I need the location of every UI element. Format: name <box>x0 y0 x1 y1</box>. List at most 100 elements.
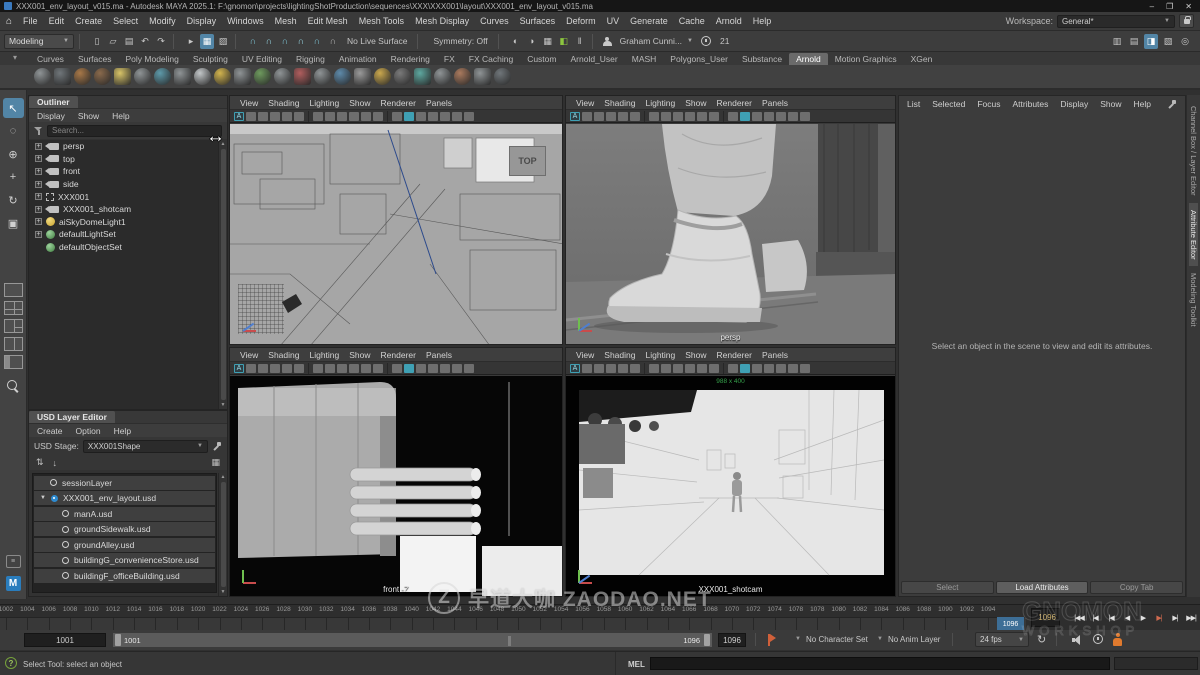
chevron-down-icon[interactable]: ▼ <box>795 636 801 642</box>
attribute-menu-help[interactable]: Help <box>1134 99 1151 109</box>
outliner-menu-display[interactable]: Display <box>37 111 65 121</box>
gate-mask-icon[interactable] <box>337 112 347 121</box>
textured-icon[interactable] <box>752 112 762 121</box>
viewport-menu-renderer[interactable]: Renderer <box>381 98 416 108</box>
viewport-menu-shading[interactable]: Shading <box>604 350 635 360</box>
viewport-menu-lighting[interactable]: Lighting <box>309 98 339 108</box>
maya-m-badge-icon[interactable]: M <box>6 576 21 591</box>
workspace-lock-button[interactable] <box>1179 14 1194 28</box>
viewport-menu-show[interactable]: Show <box>685 98 706 108</box>
scroll-up-icon[interactable]: ▲ <box>221 474 226 480</box>
menu-curves[interactable]: Curves <box>480 16 509 26</box>
time-slider-ruler[interactable] <box>0 617 1026 631</box>
bookmark-icon[interactable] <box>606 112 616 121</box>
shelf-tab-fx-caching[interactable]: FX Caching <box>462 53 520 65</box>
shelf-item-icon-8[interactable] <box>174 68 191 85</box>
image-plane-icon[interactable] <box>594 364 604 373</box>
shelf-item-icon-20[interactable] <box>414 68 431 85</box>
shelf-menu-icon-1[interactable]: ▾ <box>13 53 17 62</box>
side-tab-channel-box-layer-editor[interactable]: Channel Box / Layer Editor <box>1189 99 1198 203</box>
lock-camera-icon[interactable] <box>582 112 592 121</box>
shelf-item-icon-5[interactable] <box>114 68 131 85</box>
command-line-input[interactable] <box>650 657 1110 670</box>
menu-file[interactable]: File <box>23 16 38 26</box>
shelf-tab-poly-modeling[interactable]: Poly Modeling <box>118 53 185 65</box>
workspace-controls-icon[interactable]: ◎ <box>1178 34 1192 49</box>
load-attributes-button[interactable]: Load Attributes <box>996 581 1089 594</box>
step-forward-frame-button[interactable]: ▶| <box>1167 607 1183 628</box>
outliner-item-top[interactable]: +top <box>29 153 218 166</box>
outliner-item-front[interactable]: +front <box>29 165 218 178</box>
step-back-key-button[interactable]: |◀ <box>1103 607 1119 628</box>
layer-view-options-icon[interactable]: ▦ <box>211 457 220 468</box>
use-all-lights-icon[interactable] <box>428 364 438 373</box>
viewport-menu-show[interactable]: Show <box>349 350 370 360</box>
viewport-menu-view[interactable]: View <box>576 98 594 108</box>
go-to-start-button[interactable]: |◀◀ <box>1071 607 1087 628</box>
sidebar-toggle-icon[interactable]: ▥ <box>1110 34 1124 49</box>
viewport-menu-panels[interactable]: Panels <box>762 98 788 108</box>
menu-display[interactable]: Display <box>187 16 217 26</box>
chevron-down-icon[interactable]: ▼ <box>40 495 46 501</box>
usd-stage-dropdown[interactable]: XXX001Shape ▼ <box>83 440 208 453</box>
expand-icon[interactable]: + <box>35 155 42 162</box>
outliner-item-side[interactable]: +side <box>29 178 218 191</box>
user-account-widget[interactable]: Graham Cunni... ▼ <box>603 36 693 46</box>
layout-three-pane-button[interactable] <box>4 319 23 333</box>
viewport-top-content[interactable]: TOP <box>230 124 562 344</box>
shelf-item-icon-14[interactable] <box>294 68 311 85</box>
outliner-menu-show[interactable]: Show <box>78 111 99 121</box>
layer-target-icon[interactable] <box>51 495 58 502</box>
attribute-menu-attributes[interactable]: Attributes <box>1012 99 1048 109</box>
camera-attributes-icon[interactable]: A <box>234 112 244 121</box>
hypershade-icon[interactable]: ◧ <box>557 34 571 49</box>
lasso-select-tool[interactable]: ◌ <box>3 121 24 141</box>
usd-scrollbar[interactable]: ▲ ▼ <box>218 473 227 596</box>
viewport-menu-shading[interactable]: Shading <box>268 350 299 360</box>
shelf-item-icon-3[interactable] <box>74 68 91 85</box>
viewport-menu-show[interactable]: Show <box>685 350 706 360</box>
viewport-menu-shading[interactable]: Shading <box>268 98 299 108</box>
side-tab-attribute-editor[interactable]: Attribute Editor <box>1189 203 1198 267</box>
bookmark-icon[interactable] <box>270 364 280 373</box>
shelf-item-icon-4[interactable] <box>94 68 111 85</box>
bookmark-icon[interactable] <box>270 112 280 121</box>
film-gate-icon[interactable] <box>649 364 659 373</box>
save-scene-icon[interactable]: ▤ <box>122 34 136 49</box>
lock-camera-icon[interactable] <box>246 364 256 373</box>
viewport-menu-renderer[interactable]: Renderer <box>381 350 416 360</box>
minimize-button[interactable]: – <box>1150 2 1154 11</box>
film-gate-icon[interactable] <box>313 364 323 373</box>
shelf-item-icon-2[interactable] <box>54 68 71 85</box>
live-surface-field[interactable]: No Live Surface <box>342 36 412 46</box>
wireframe-icon[interactable] <box>728 112 738 121</box>
shelf-item-icon-7[interactable] <box>154 68 171 85</box>
viewport-menu-show[interactable]: Show <box>349 98 370 108</box>
camera-attributes-icon[interactable]: A <box>570 364 580 373</box>
render-view-icon[interactable]: ◐ <box>509 34 523 49</box>
range-end-handle[interactable] <box>704 634 710 646</box>
home-icon[interactable]: ⌂ <box>6 16 12 27</box>
grease-pencil-icon[interactable] <box>630 364 640 373</box>
shelf-tab-fx[interactable]: FX <box>437 53 462 65</box>
motion-blur-icon[interactable] <box>464 364 474 373</box>
viewport-shotcam[interactable]: ViewShadingLightingShowRendererPanels A <box>565 347 896 597</box>
camera-settings-icon[interactable] <box>282 112 292 121</box>
shelf-tab-sculpting[interactable]: Sculpting <box>186 53 235 65</box>
shadows-icon[interactable] <box>440 112 450 121</box>
tool-settings-toggle-icon[interactable]: ▧ <box>1161 34 1175 49</box>
shadows-icon[interactable] <box>776 112 786 121</box>
range-slider-track[interactable]: 1001 1096 <box>112 632 713 648</box>
resolution-gate-icon[interactable] <box>325 112 335 121</box>
script-editor-icon[interactable]: ≡ <box>6 555 21 568</box>
menu-uv[interactable]: UV <box>607 16 620 26</box>
viewport-menu-lighting[interactable]: Lighting <box>645 98 675 108</box>
select-tool[interactable]: ↖ <box>3 98 24 118</box>
pin-icon[interactable] <box>1167 99 1177 109</box>
scrollbar-thumb[interactable] <box>221 482 226 587</box>
snap-to-point-icon[interactable]: ∩ <box>278 34 292 49</box>
layer-target-icon[interactable] <box>62 541 69 548</box>
film-gate-icon[interactable] <box>313 112 323 121</box>
menu-edit[interactable]: Edit <box>49 16 65 26</box>
shelf-tab-surfaces[interactable]: Surfaces <box>71 53 119 65</box>
